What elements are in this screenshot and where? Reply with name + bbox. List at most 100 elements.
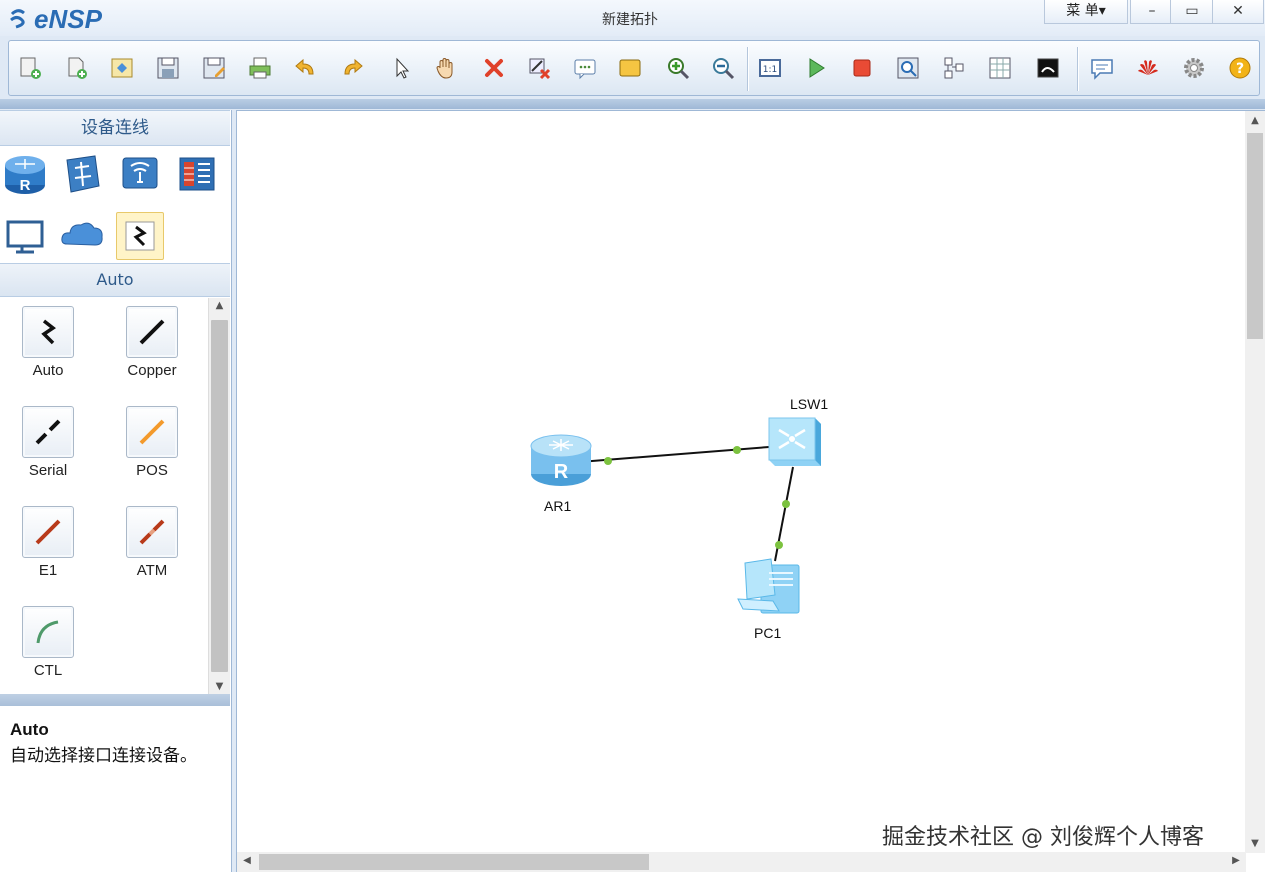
settings-icon[interactable] <box>1179 53 1209 83</box>
close-button[interactable]: ✕ <box>1212 0 1264 24</box>
app-logo: eNSP <box>8 3 102 34</box>
maximize-button[interactable]: ▭ <box>1170 0 1214 24</box>
canvas-horizontal-scrollbar[interactable]: ◀ ▶ <box>237 852 1246 872</box>
cable-label: CTL <box>33 662 63 679</box>
window-title: 新建拓扑 <box>602 12 658 28</box>
new-topology-icon[interactable] <box>15 53 45 83</box>
menu-button[interactable]: 菜 单▾ <box>1044 0 1128 24</box>
title-bar: eNSP 新建拓扑 菜 单▾ – ▭ ✕ <box>0 0 1265 36</box>
description-pane: Auto 自动选择接口连接设备。 <box>0 706 230 872</box>
cable-label: Auto <box>32 362 64 379</box>
stop-icon[interactable] <box>847 53 877 83</box>
cable-label: E1 <box>38 562 58 579</box>
svg-text:1:1: 1:1 <box>763 65 777 75</box>
comment-icon[interactable] <box>1087 53 1117 83</box>
port-indicator <box>782 500 790 508</box>
new-example-icon[interactable] <box>61 53 91 83</box>
scroll-thumb[interactable] <box>211 320 228 672</box>
router-icon[interactable]: R <box>1 150 49 198</box>
logo-icon <box>10 9 25 29</box>
scroll-left-icon[interactable]: ◀ <box>241 855 253 866</box>
scroll-thumb[interactable] <box>259 854 649 870</box>
grid-icon[interactable] <box>985 53 1015 83</box>
device-panel-title: 设备连线 <box>0 110 230 146</box>
toolbar: 1:1 ? <box>8 40 1260 96</box>
connection-icon[interactable] <box>116 212 164 260</box>
capture-icon[interactable] <box>893 53 923 83</box>
undo-icon[interactable] <box>291 53 321 83</box>
help-icon[interactable]: ? <box>1225 53 1255 83</box>
cable-label: Copper <box>127 362 177 379</box>
cli-icon[interactable] <box>1033 53 1063 83</box>
serial-cable-icon <box>22 406 74 458</box>
device-panel: 设备连线 R Auto Auto Copper Serial POS E1 AT… <box>0 110 232 872</box>
scroll-down-icon[interactable]: ▼ <box>209 681 230 692</box>
topology-icon[interactable] <box>939 53 969 83</box>
fit-icon[interactable]: 1:1 <box>755 53 785 83</box>
switch-icon[interactable] <box>768 417 821 466</box>
cable-type-title: Auto <box>0 263 230 297</box>
print-icon[interactable] <box>245 53 275 83</box>
topology-drawing: R <box>530 417 821 614</box>
router-icon[interactable]: R <box>530 434 592 486</box>
node-label-pc1: PC1 <box>754 625 782 641</box>
delete-icon[interactable] <box>479 53 509 83</box>
scroll-right-icon[interactable]: ▶ <box>1230 855 1242 866</box>
cable-list-scrollbar[interactable]: ▲ ▼ <box>208 298 230 694</box>
start-icon[interactable] <box>801 53 831 83</box>
pc-icon[interactable] <box>1 212 49 260</box>
app-name: eNSP <box>34 3 102 34</box>
cable-label: Serial <box>28 462 68 479</box>
e1-cable-icon <box>22 506 74 558</box>
node-label-ar1: AR1 <box>544 498 572 514</box>
scroll-down-icon[interactable]: ▼ <box>1245 838 1265 849</box>
cable-item-e1[interactable]: E1 <box>0 498 100 598</box>
save-icon[interactable] <box>153 53 183 83</box>
atm-cable-icon <box>126 506 178 558</box>
pc-icon[interactable] <box>737 558 800 614</box>
select-icon[interactable] <box>387 53 417 83</box>
cable-label: ATM <box>136 562 168 579</box>
text-note-icon[interactable] <box>570 53 600 83</box>
open-icon[interactable] <box>107 53 137 83</box>
description-text: 自动选择接口连接设备。 <box>10 746 197 766</box>
zoom-out-icon[interactable] <box>708 53 738 83</box>
cable-item-copper[interactable]: Copper <box>104 298 204 398</box>
minimize-button[interactable]: – <box>1130 0 1174 24</box>
cable-item-serial[interactable]: Serial <box>0 398 100 498</box>
watermark: 掘金技术社区 @ 刘俊辉个人博客 <box>882 825 1204 850</box>
svg-text:?: ? <box>1236 61 1244 77</box>
port-indicator <box>733 446 741 454</box>
description-title: Auto <box>10 720 49 739</box>
toolbar-band <box>0 99 1265 109</box>
zoom-in-icon[interactable] <box>663 53 693 83</box>
redo-icon[interactable] <box>337 53 367 83</box>
cable-list: Auto Copper Serial POS E1 ATM CTL <box>0 298 208 694</box>
switch-icon[interactable] <box>58 150 106 198</box>
scroll-up-icon[interactable]: ▲ <box>1245 115 1265 126</box>
svg-text:R: R <box>554 461 569 483</box>
toolbar-separator <box>747 47 748 91</box>
delete-link-icon[interactable] <box>524 53 554 83</box>
cloud-icon[interactable] <box>58 212 106 260</box>
huawei-icon[interactable] <box>1133 53 1163 83</box>
cable-label: POS <box>136 462 168 479</box>
cable-item-ctl[interactable]: CTL <box>0 598 100 694</box>
cable-item-pos[interactable]: POS <box>104 398 204 498</box>
auto-cable-icon <box>22 306 74 358</box>
firewall-icon[interactable] <box>173 150 221 198</box>
scroll-up-icon[interactable]: ▲ <box>209 300 230 311</box>
area-icon[interactable] <box>615 53 645 83</box>
description-divider <box>0 694 230 706</box>
canvas-vertical-scrollbar[interactable]: ▲ ▼ <box>1245 111 1265 853</box>
wireless-icon[interactable] <box>116 150 164 198</box>
cable-item-atm[interactable]: ATM <box>104 498 204 598</box>
cable-item-auto[interactable]: Auto <box>0 298 100 398</box>
pos-cable-icon <box>126 406 178 458</box>
save-as-icon[interactable] <box>199 53 229 83</box>
svg-text:R: R <box>20 177 31 194</box>
topology-canvas[interactable]: R AR1 LSW1 PC1 掘金技术社区 @ 刘俊辉个人博客 ▲ ▼ ◀ ▶ <box>236 110 1265 872</box>
pan-hand-icon[interactable] <box>431 53 461 83</box>
scroll-thumb[interactable] <box>1247 133 1263 339</box>
node-label-lsw1: LSW1 <box>790 396 829 412</box>
